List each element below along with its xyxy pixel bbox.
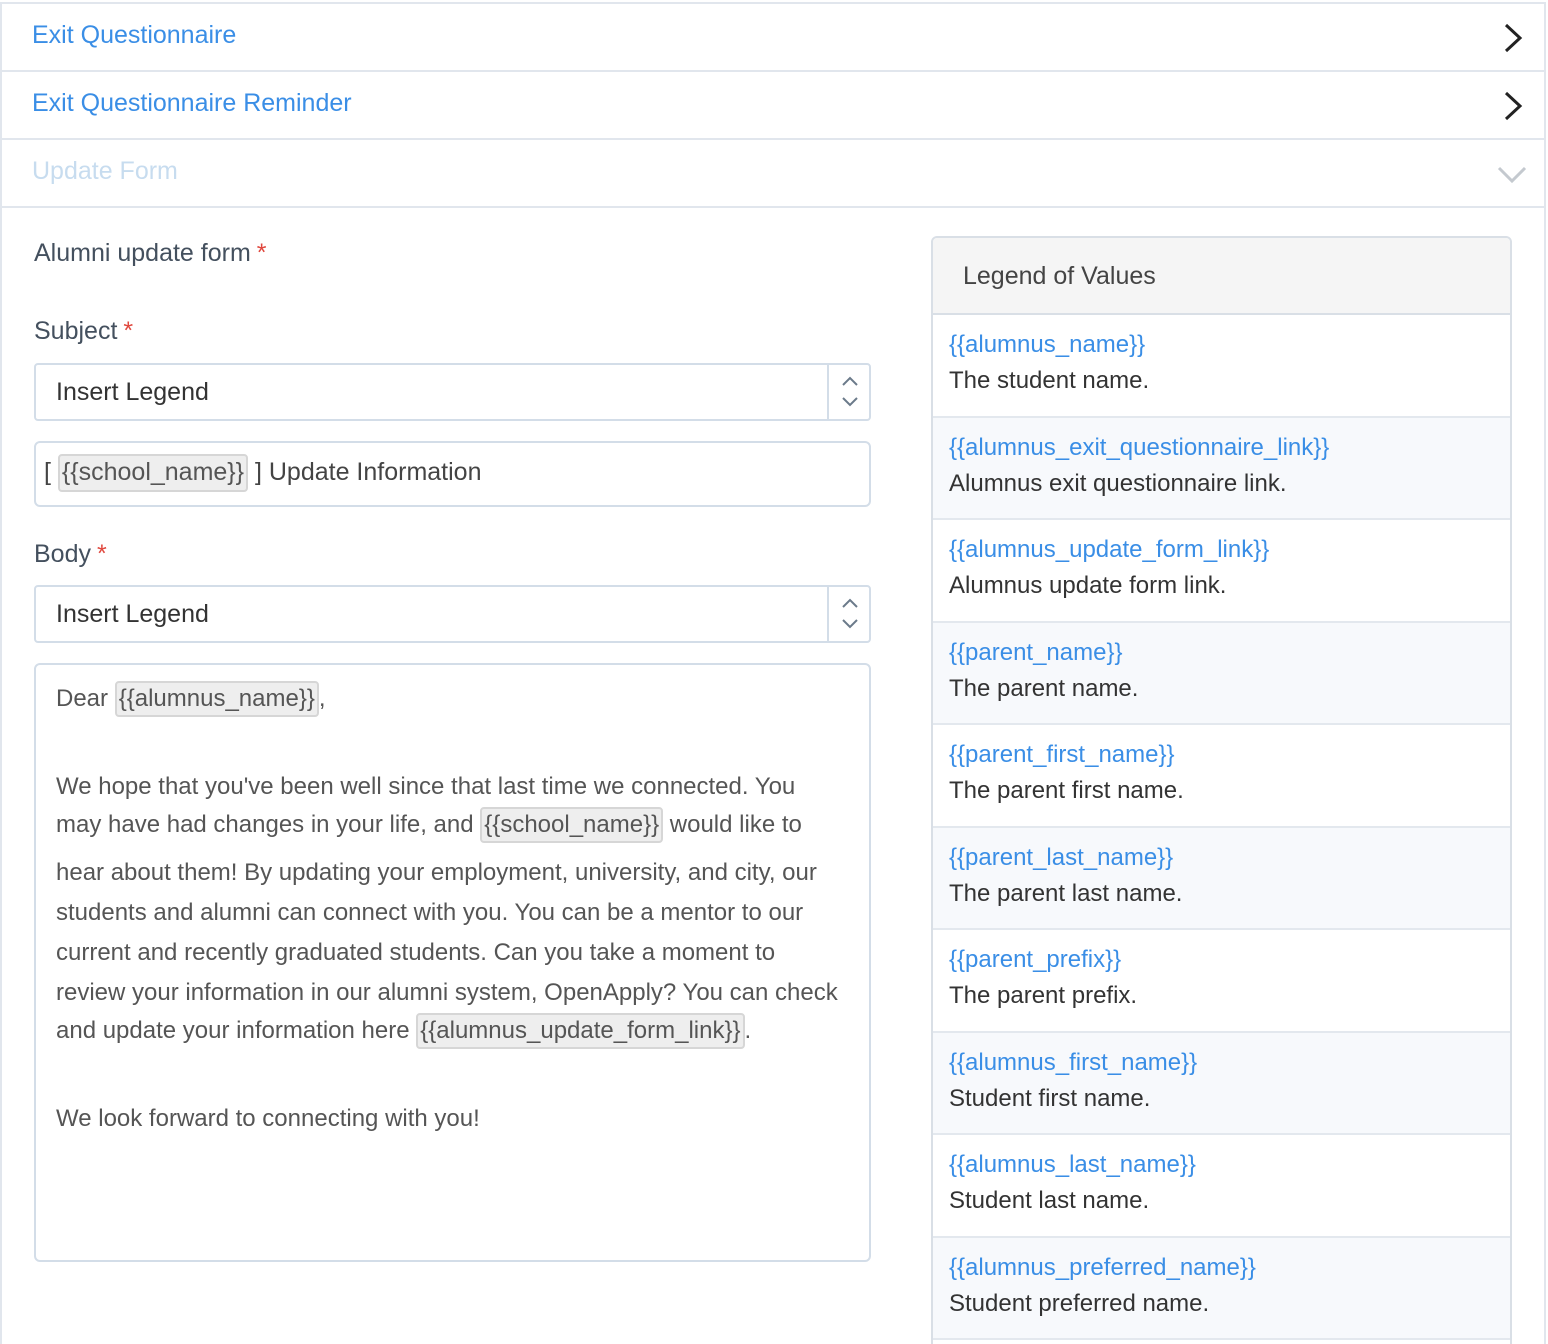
required-mark: *: [123, 317, 134, 345]
legend-item[interactable]: {{parent_first_name}} The parent first na…: [933, 725, 1510, 828]
legend-desc: Student first name.: [949, 1084, 1151, 1112]
legend-key[interactable]: {{alumnus_exit_questionnaire_link}}: [949, 434, 1510, 462]
chevron-up-down-icon: [842, 376, 858, 407]
legend-title: Legend of Values: [933, 238, 1510, 315]
body-label-text: Body: [34, 540, 91, 568]
legend-desc: The parent prefix.: [949, 982, 1138, 1009]
body-text-line: and update your information here {{alumn…: [56, 1013, 752, 1050]
legend-desc: The student name.: [949, 367, 1150, 394]
select-value: Insert Legend: [56, 378, 209, 406]
legend-list: {{alumnus_name}} The student name. {{alumn…: [933, 315, 1510, 1340]
chevron-right-icon: [1504, 91, 1523, 121]
greeting-line: Dear {{alumnus_name}},: [56, 681, 326, 718]
legend-item[interactable]: {{parent_prefix}} The parent prefix.: [933, 930, 1510, 1033]
legend-key[interactable]: {{parent_last_name}}: [949, 844, 1510, 872]
legend-desc: Student last name.: [949, 1187, 1150, 1214]
chevron-up-down-icon: [842, 598, 858, 629]
required-mark: *: [96, 540, 107, 568]
subject-insert-legend-select[interactable]: Insert Legend: [34, 363, 871, 421]
legend-item[interactable]: {{alumnus_preferred_name}} Student prefer…: [933, 1237, 1510, 1340]
body-text-line: may have had changes in your life, and {…: [56, 807, 802, 844]
panel-right-border: [1544, 2, 1546, 1344]
body-label: Body *: [34, 540, 107, 569]
legend-desc: Alumnus exit questionnaire link.: [949, 469, 1287, 497]
accordion-title: Exit Questionnaire Reminder: [32, 89, 352, 117]
section-title-text: Alumni update form: [34, 239, 251, 267]
legend-desc: Student preferred name.: [949, 1289, 1210, 1317]
subject-prefix: [: [44, 458, 51, 486]
legend-item[interactable]: {{alumnus_exit_questionnaire_link}} Alumn…: [933, 417, 1510, 520]
token-chip[interactable]: {{school_name}}: [480, 807, 664, 844]
legend-key[interactable]: {{parent_first_name}}: [949, 741, 1510, 769]
subject-suffix: ] Update Information: [254, 458, 482, 486]
body-text-line: hear about them! By updating your employ…: [56, 859, 817, 886]
legend-item[interactable]: {{parent_name}} The parent name.: [933, 622, 1510, 725]
closing-line: We look forward to connecting with you!: [56, 1105, 480, 1132]
select-value: Insert Legend: [56, 600, 209, 628]
legend-key[interactable]: {{alumnus_last_name}}: [949, 1151, 1510, 1179]
accordion-exit-questionnaire[interactable]: Exit Questionnaire: [2, 2, 1544, 70]
chevron-right-icon: [1504, 23, 1523, 53]
accordion-title: Exit Questionnaire: [32, 21, 237, 49]
accordion-update-form[interactable]: Update Form: [2, 138, 1544, 208]
body-text-line: students and alumni can connect with you…: [56, 899, 804, 926]
body-insert-legend-select[interactable]: Insert Legend: [34, 585, 871, 643]
legend-desc: The parent name.: [949, 674, 1139, 702]
required-mark: *: [256, 239, 267, 267]
subject-value: [ {{school_name}} ] Update Information: [44, 454, 481, 492]
accordion-exit-questionnaire-reminder[interactable]: Exit Questionnaire Reminder: [2, 70, 1544, 138]
body-text: would like to: [669, 811, 802, 838]
body-text: .: [744, 1017, 752, 1044]
body-text-line: review your information in our alumni sy…: [56, 979, 838, 1006]
legend-panel: Legend of Values {{alumnus_name}} The stu…: [931, 236, 1512, 1344]
legend-key[interactable]: {{parent_prefix}}: [949, 946, 1510, 974]
legend-item[interactable]: {{alumnus_first_name}} Student first name…: [933, 1032, 1510, 1135]
token-chip[interactable]: {{alumnus_update_form_link}}: [416, 1013, 745, 1050]
chevron-down-icon: [1497, 166, 1527, 184]
legend-item[interactable]: {{parent_last_name}} The parent last name…: [933, 827, 1510, 930]
accordion-title: Update Form: [32, 157, 178, 185]
legend-desc: Alumnus update form link.: [949, 572, 1227, 599]
legend-desc: The parent first name.: [949, 777, 1184, 804]
body-text: may have had changes in your life, and: [56, 811, 474, 838]
subject-input[interactable]: [ {{school_name}} ] Update Information: [34, 441, 871, 507]
legend-item[interactable]: {{alumnus_last_name}} Student last name.: [933, 1135, 1510, 1238]
legend-desc: The parent last name.: [949, 879, 1183, 907]
legend-key[interactable]: {{alumnus_first_name}}: [949, 1049, 1510, 1077]
select-stepper[interactable]: [827, 365, 869, 419]
greeting-punct: ,: [318, 685, 326, 712]
greeting-word: Dear: [56, 685, 109, 712]
legend-key[interactable]: {{parent_name}}: [949, 639, 1510, 667]
legend-key[interactable]: {{alumnus_name}}: [949, 331, 1510, 359]
legend-item[interactable]: {{alumnus_name}} The student name.: [933, 315, 1510, 418]
subject-label-text: Subject: [34, 317, 118, 345]
body-text-line: current and recently graduated students.…: [56, 939, 776, 966]
subject-label: Subject *: [34, 317, 133, 346]
legend-key[interactable]: {{alumnus_preferred_name}}: [949, 1254, 1510, 1282]
body-text: and update your information here: [56, 1017, 410, 1044]
token-chip[interactable]: {{school_name}}: [57, 454, 249, 492]
section-title: Alumni update form *: [34, 239, 267, 268]
token-chip[interactable]: {{alumnus_name}}: [114, 681, 319, 718]
body-text-line: We hope that you've been well since that…: [56, 773, 796, 800]
select-stepper[interactable]: [827, 587, 869, 641]
body-editor[interactable]: Dear {{alumnus_name}}, We hope that you'…: [34, 663, 871, 1262]
legend-item[interactable]: {{alumnus_update_form_link}} Alumnus upda…: [933, 520, 1510, 623]
legend-key[interactable]: {{alumnus_update_form_link}}: [949, 536, 1510, 564]
